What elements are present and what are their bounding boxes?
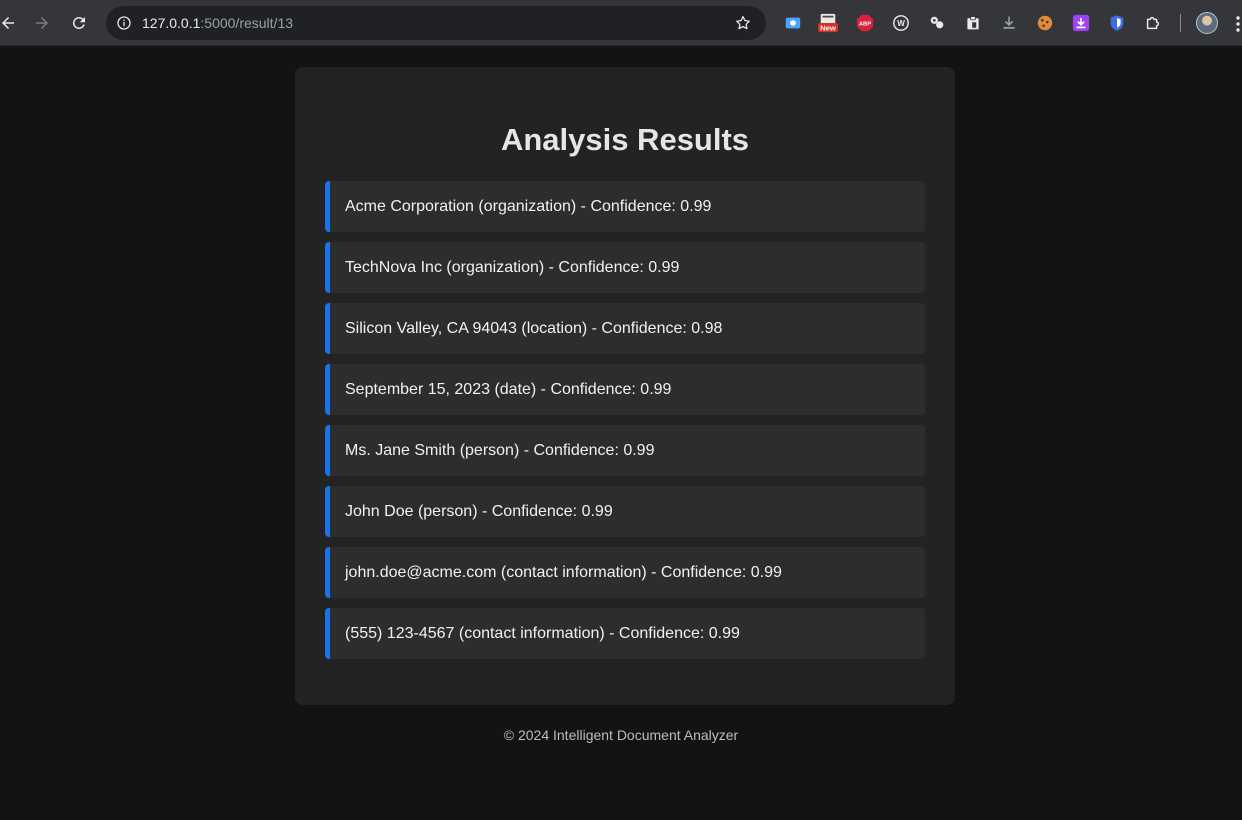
wordtune-icon[interactable]: W: [891, 13, 911, 33]
result-item: Acme Corporation (organization) - Confid…: [325, 181, 925, 232]
back-button[interactable]: [0, 9, 22, 37]
browser-toolbar: 127.0.0.1:5000/result/13 New ABP W: [0, 0, 1242, 46]
more-menu-icon[interactable]: [1234, 14, 1242, 34]
results-card: Analysis Results Acme Corporation (organ…: [295, 67, 955, 705]
adblock-label: ABP: [859, 22, 871, 28]
forward-button[interactable]: [28, 9, 56, 37]
purple-download-icon[interactable]: [1071, 13, 1091, 33]
result-item: John Doe (person) - Confidence: 0.99: [325, 486, 925, 537]
result-item: (555) 123-4567 (contact information) - C…: [325, 608, 925, 659]
cookie-icon[interactable]: [1035, 13, 1055, 33]
puzzle-icon[interactable]: [1143, 13, 1163, 33]
adblock-icon[interactable]: ABP: [855, 13, 875, 33]
site-info-icon[interactable]: [114, 13, 134, 33]
bookmark-star-icon[interactable]: [734, 14, 752, 32]
download-icon[interactable]: [999, 13, 1019, 33]
result-item: Silicon Valley, CA 94043 (location) - Co…: [325, 303, 925, 354]
wordtune-label: W: [897, 19, 905, 28]
result-item: TechNova Inc (organization) - Confidence…: [325, 242, 925, 293]
arrow-left-icon: [2, 17, 14, 29]
address-bar[interactable]: 127.0.0.1:5000/result/13: [106, 6, 766, 40]
url-text[interactable]: 127.0.0.1:5000/result/13: [142, 15, 293, 31]
news-badge: New: [820, 23, 837, 32]
news-icon[interactable]: New: [818, 13, 838, 33]
result-item: September 15, 2023 (date) - Confidence: …: [325, 364, 925, 415]
arrow-right-icon: [36, 17, 48, 29]
result-item: Ms. Jane Smith (person) - Confidence: 0.…: [325, 425, 925, 476]
url-path: :5000/result/13: [200, 15, 294, 31]
screen-capture-icon[interactable]: [783, 13, 803, 33]
url-host: 127.0.0.1: [142, 15, 201, 31]
page-title: Analysis Results: [500, 122, 750, 157]
link-icon[interactable]: [927, 13, 947, 33]
clipboard-icon[interactable]: [963, 13, 983, 33]
toolbar-divider: [1180, 14, 1181, 32]
reload-button[interactable]: [65, 9, 93, 37]
results-list: Acme Corporation (organization) - Confid…: [325, 181, 925, 669]
reload-icon: [72, 16, 85, 29]
page-footer: © 2024 Intelligent Document Analyzer: [503, 727, 739, 743]
result-item: john.doe@acme.com (contact information) …: [325, 547, 925, 598]
profile-avatar[interactable]: [1196, 12, 1218, 34]
shield-icon[interactable]: [1107, 13, 1127, 33]
